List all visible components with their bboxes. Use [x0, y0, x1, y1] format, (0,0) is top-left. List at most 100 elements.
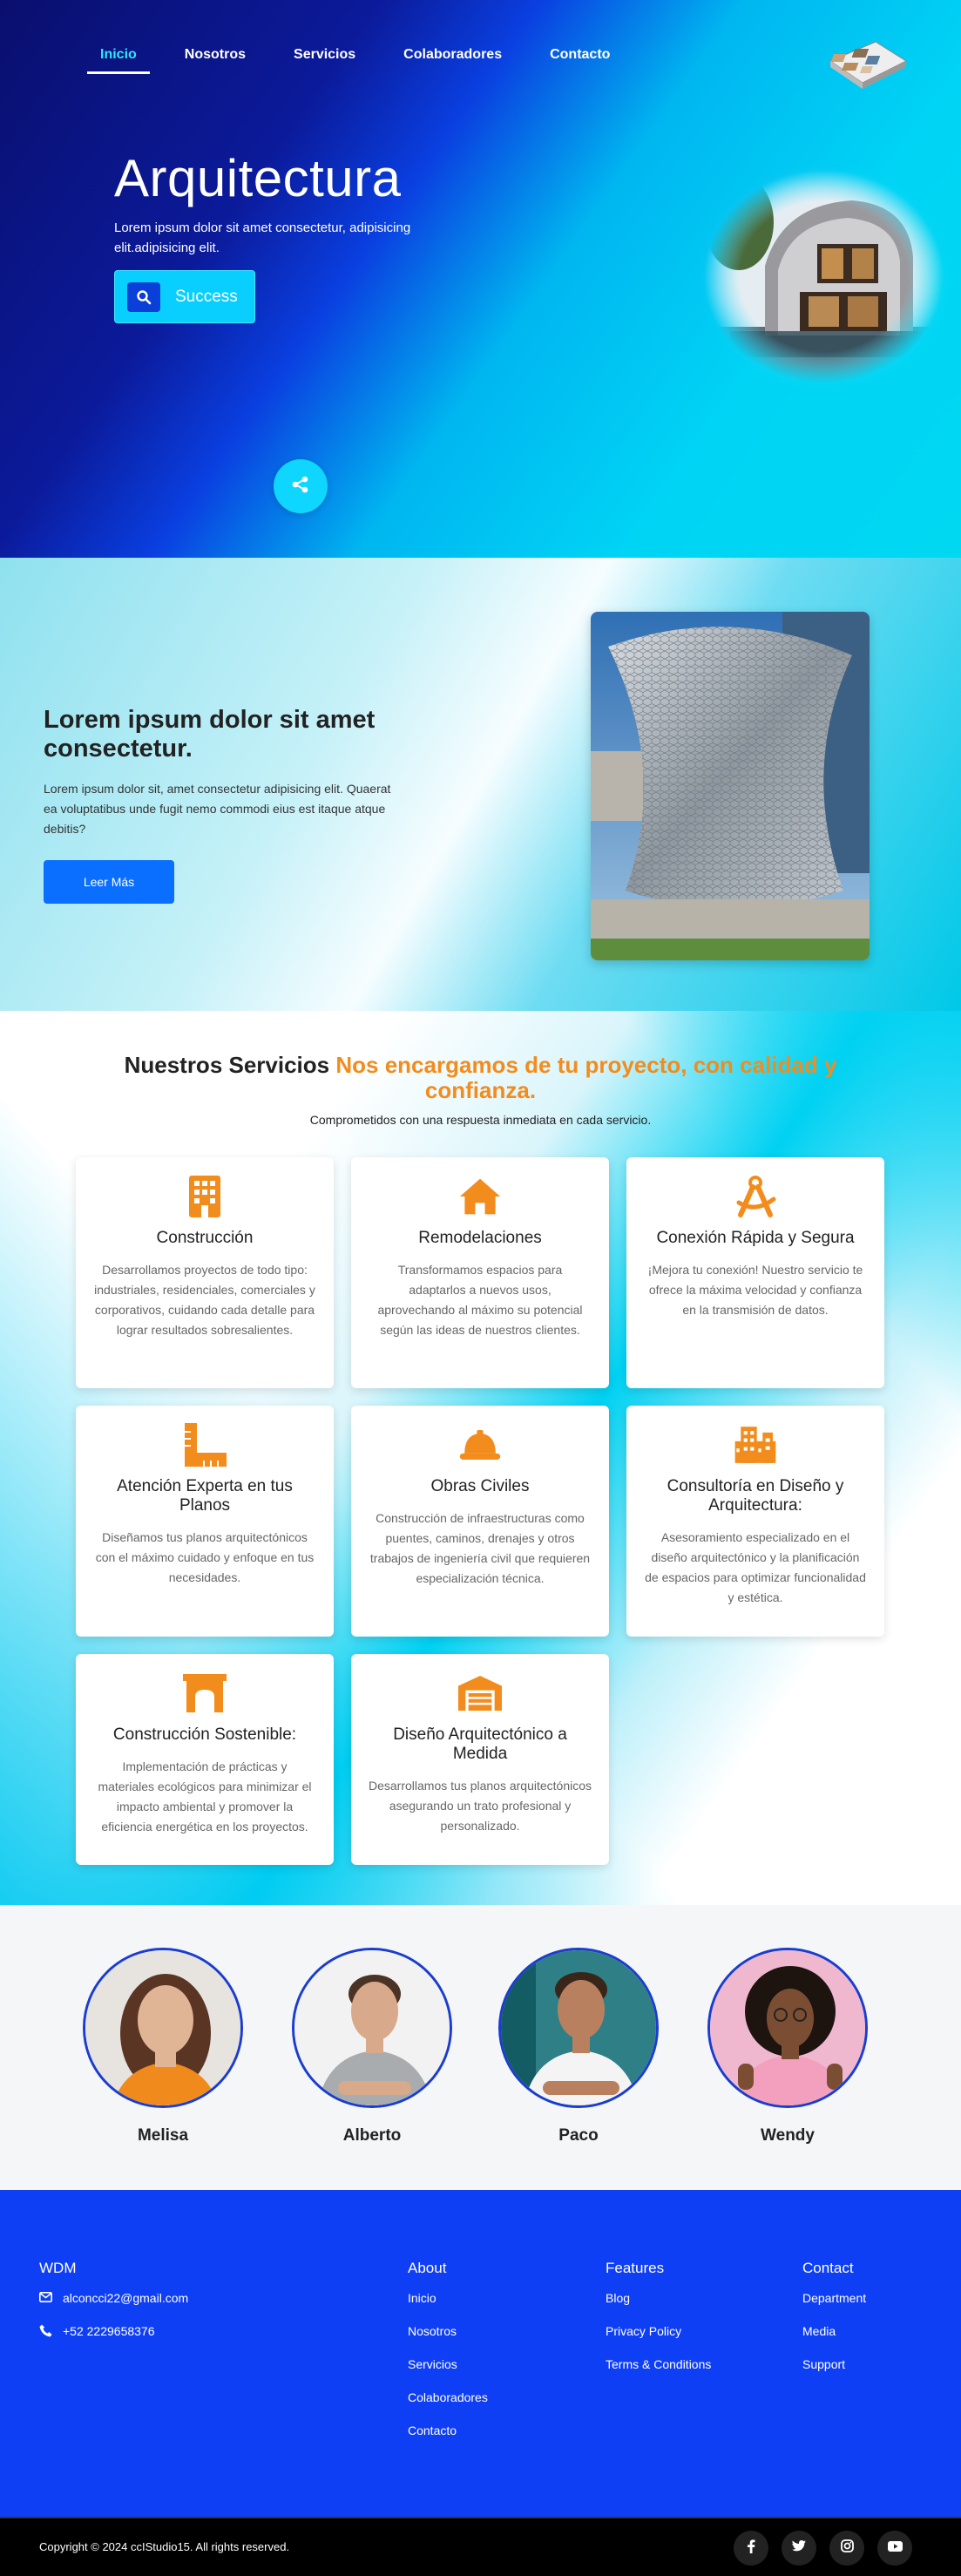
search-icon [127, 281, 160, 312]
service-text: Transformamos espacios para adaptarlos a… [377, 1263, 583, 1337]
footer-link[interactable]: Privacy Policy [606, 2324, 711, 2357]
team-member[interactable]: Melisa [83, 1948, 243, 2146]
twitter-icon [792, 2540, 806, 2556]
service-text: Desarrollamos proyectos de todo tipo: in… [94, 1263, 315, 1337]
service-title: Construcción Sostenible: [112, 1725, 297, 1744]
footer-bottom-bar: Copyright © 2024 ccIStudio15. All rights… [0, 2517, 961, 2576]
service-card[interactable]: Conexión Rápida y Segura ¡Mejora tu cone… [626, 1157, 884, 1388]
footer-features-column: Features Blog Privacy Policy Terms & Con… [606, 2260, 711, 2390]
member-name: Melisa [137, 2126, 189, 2145]
envelope-icon [39, 2291, 52, 2305]
facebook-icon [747, 2539, 755, 2558]
footer-link[interactable]: Blog [606, 2291, 711, 2324]
compass-drafting-icon [734, 1175, 777, 1218]
footer-link[interactable]: Inicio [408, 2291, 488, 2324]
footer-contact-column: Contact Department Media Support [802, 2260, 866, 2390]
instagram-icon [840, 2539, 854, 2557]
member-name: Paco [558, 2126, 599, 2145]
avatar [292, 1948, 452, 2108]
facebook-link[interactable] [734, 2531, 768, 2566]
service-card[interactable]: Atención Experta en tus Planos Diseñamos… [76, 1406, 334, 1637]
footer-email[interactable]: alconcci22@gmail.com [39, 2291, 188, 2324]
services-subtitle: Comprometidos con una respuesta inmediat… [309, 1113, 652, 1127]
about-section: Lorem ipsum dolor sit amet consectetur. … [0, 558, 961, 1011]
youtube-link[interactable] [877, 2531, 912, 2566]
about-title: Lorem ipsum dolor sit amet consectetur. [44, 706, 376, 763]
share-button[interactable] [274, 459, 328, 513]
service-card[interactable]: Consultoría en Diseño y Arquitectura: As… [626, 1406, 884, 1637]
city-icon [734, 1423, 777, 1467]
footer-link[interactable]: Nosotros [408, 2324, 488, 2357]
footer-phone[interactable]: +52 2229658376 [39, 2324, 188, 2357]
instagram-link[interactable] [829, 2531, 864, 2566]
archway-icon [183, 1671, 227, 1715]
read-more-button[interactable]: Leer Más [44, 860, 174, 904]
member-name: Wendy [761, 2126, 815, 2145]
phone-icon [39, 2324, 52, 2340]
house-icon [458, 1175, 502, 1218]
footer: WDM alconcci22@gmail.com +52 2229658376 … [0, 2190, 961, 2517]
service-text: Desarrollamos tus planos arquitectónicos… [369, 1779, 592, 1833]
footer-contact-title: Contact [802, 2260, 854, 2276]
footer-about-column: About Inicio Nosotros Servicios Colabora… [408, 2260, 488, 2457]
ruler-combined-icon [183, 1423, 227, 1467]
service-card[interactable]: Diseño Arquitectónico a Medida Desarroll… [351, 1654, 609, 1865]
member-name: Alberto [342, 2126, 402, 2145]
service-title: Atención Experta en tus Planos [117, 1477, 293, 1515]
hero-section: Inicio Nosotros Servicios Colaboradores … [0, 0, 961, 558]
success-button-label: Success [175, 287, 238, 306]
share-icon [291, 475, 310, 498]
service-title: Construcción [156, 1229, 254, 1247]
service-title: Remodelaciones [418, 1229, 542, 1247]
museum-image [591, 612, 870, 960]
service-title: Diseño Arquitectónico a Medida [393, 1725, 567, 1763]
service-text: Construcción de infraestructuras como pu… [369, 1511, 591, 1585]
service-text: Diseñamos tus planos arquitectónicos con… [95, 1530, 315, 1584]
footer-link[interactable]: Terms & Conditions [606, 2357, 711, 2390]
team-section: Melisa Alberto Paco Wendy [0, 1905, 961, 2190]
hero-title: Arquitectura [114, 149, 402, 207]
building-icon [183, 1175, 227, 1218]
service-title: Conexión Rápida y Segura [656, 1229, 855, 1247]
service-card[interactable]: Obras Civiles Construcción de infraestru… [351, 1406, 609, 1637]
footer-about-title: About [408, 2260, 447, 2276]
nav-item-contacto[interactable]: Contacto [537, 44, 623, 74]
service-card[interactable]: Construcción Sostenible: Implementación … [76, 1654, 334, 1865]
main-nav: Inicio Nosotros Servicios Colaboradores … [87, 44, 645, 74]
footer-features-title: Features [606, 2260, 665, 2276]
copyright-text: Copyright © 2024 ccIStudio15. All rights… [39, 2540, 290, 2553]
avatar [498, 1948, 659, 2108]
team-member[interactable]: Alberto [292, 1948, 452, 2146]
team-member[interactable]: Wendy [707, 1948, 868, 2146]
avatar [83, 1948, 243, 2108]
footer-brand: WDM [39, 2260, 77, 2276]
warehouse-icon [458, 1671, 502, 1715]
nav-item-nosotros[interactable]: Nosotros [172, 44, 259, 74]
hero-house-image [704, 170, 944, 383]
twitter-link[interactable] [782, 2531, 816, 2566]
team-member[interactable]: Paco [498, 1948, 659, 2146]
helmet-safety-icon [458, 1423, 502, 1467]
site-logo[interactable] [823, 35, 910, 94]
hero-subtitle: Lorem ipsum dolor sit amet consectetur, … [114, 220, 411, 255]
service-card[interactable]: Construcción Desarrollamos proyectos de … [76, 1157, 334, 1388]
footer-link[interactable]: Department [802, 2291, 866, 2324]
nav-item-servicios[interactable]: Servicios [281, 44, 369, 74]
footer-link[interactable]: Servicios [408, 2357, 488, 2390]
footer-link[interactable]: Colaboradores [408, 2390, 488, 2423]
nav-item-colaboradores[interactable]: Colaboradores [390, 44, 515, 74]
footer-link[interactable]: Contacto [408, 2423, 488, 2457]
success-button[interactable]: Success [114, 270, 255, 323]
about-text: Lorem ipsum dolor sit, amet consectetur … [44, 782, 391, 836]
footer-link[interactable]: Support [802, 2357, 866, 2390]
footer-link[interactable]: Media [802, 2324, 866, 2357]
service-text: ¡Mejora tu conexión! Nuestro servicio te… [647, 1263, 863, 1317]
service-text: Asesoramiento especializado en el diseño… [645, 1530, 866, 1604]
service-title: Consultoría en Diseño y Arquitectura: [667, 1477, 844, 1515]
services-section: Nuestros Servicios Nos encargamos de tu … [0, 1011, 961, 1905]
nav-item-inicio[interactable]: Inicio [87, 44, 150, 74]
footer-brand-column: WDM alconcci22@gmail.com +52 2229658376 [39, 2260, 188, 2357]
service-card[interactable]: Remodelaciones Transformamos espacios pa… [351, 1157, 609, 1388]
service-text: Implementación de prácticas y materiales… [98, 1759, 312, 1834]
youtube-icon [887, 2540, 903, 2556]
